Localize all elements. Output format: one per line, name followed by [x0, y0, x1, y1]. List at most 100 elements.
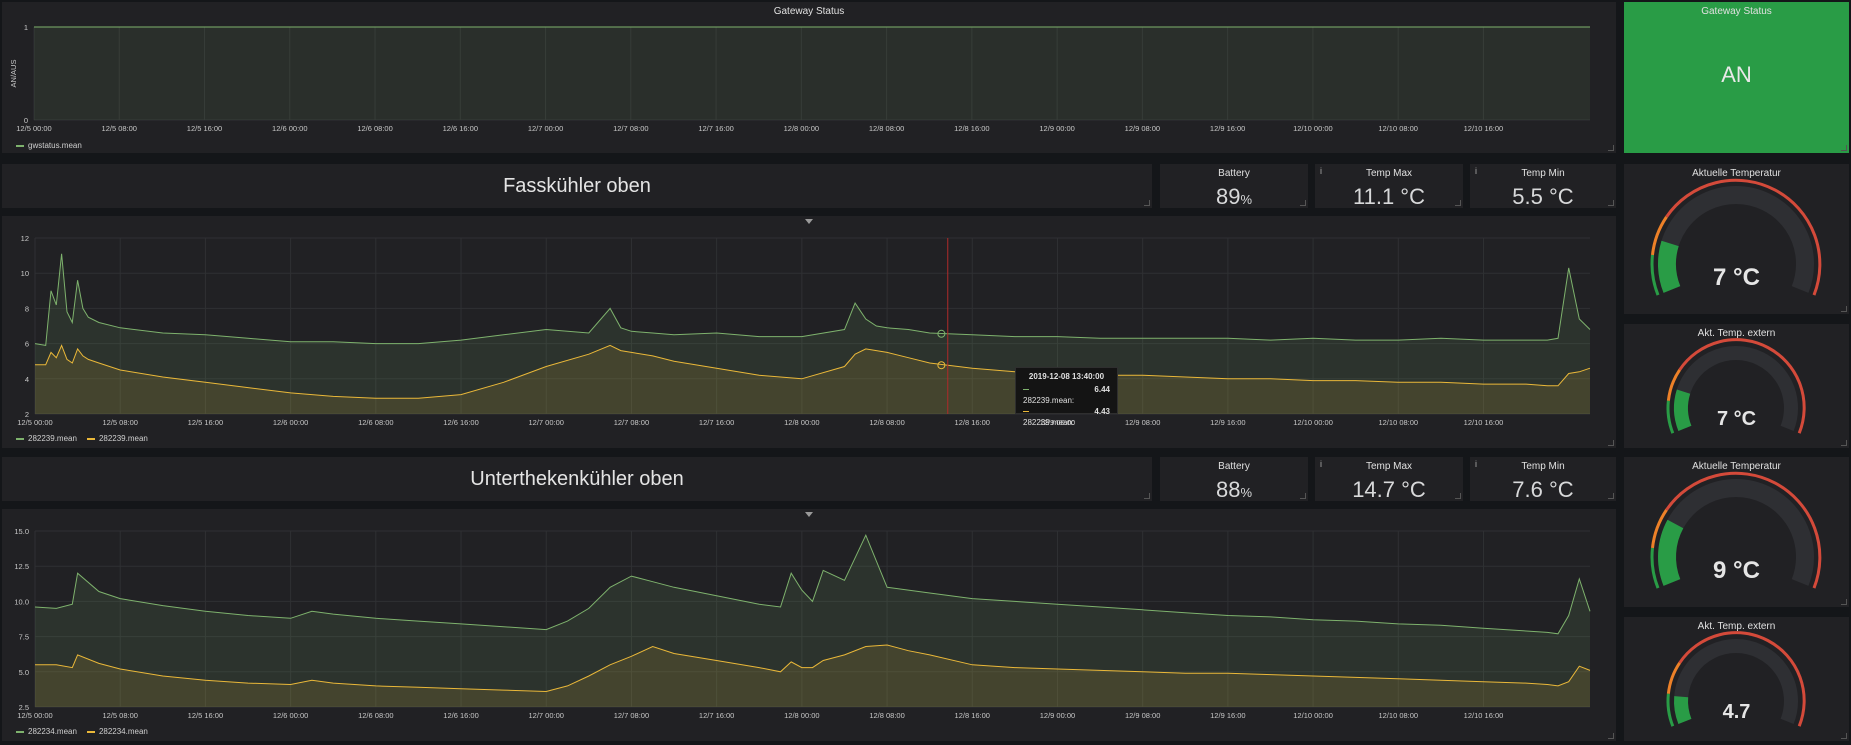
x-tick-label: 12/7 08:00 [614, 418, 649, 427]
x-tick-label: 12/6 00:00 [273, 711, 308, 720]
x-tick-label: 12/5 16:00 [188, 711, 223, 720]
x-tick-label: 12/7 16:00 [698, 124, 733, 133]
gateway-status-chart: 12/5 00:00 12/5 08:00 12/5 16:00 12/6 00:00… [9, 23, 1590, 133]
y-tick-label: 10 [21, 269, 29, 278]
legend: 282239.mean 282239.mean [16, 434, 148, 443]
section-title: Fasskühler oben [503, 174, 651, 197]
temp-min-stat-panel[interactable]: i Temp Min 7.6 °C [1470, 457, 1616, 502]
battery-number: 88 [1215, 477, 1241, 502]
battery-stat-panel[interactable]: Battery 89% [1160, 164, 1308, 210]
x-tick-label: 12/10 00:00 [1293, 124, 1333, 133]
x-tick-label: 12/7 00:00 [528, 124, 563, 133]
temp-max-stat-panel[interactable]: i Temp Max 11.1 °C [1315, 164, 1463, 209]
battery-unit: % [1240, 192, 1253, 207]
legend: 282234.mean 282234.mean [16, 727, 148, 736]
gauge-value: 4.7 [1722, 701, 1751, 723]
gauge-value: 9 °C [1713, 557, 1760, 584]
x-tick-label: 12/7 00:00 [529, 711, 564, 720]
x-tick-label: 12/10 16:00 [1464, 418, 1504, 427]
section-title: Unterthekenkühler oben [470, 467, 684, 490]
temp-min-value: 5.5 °C [1512, 184, 1574, 209]
section-title-panel: Fasskühler oben [2, 164, 1152, 208]
legend-item[interactable]: gwstatus.mean [16, 141, 82, 150]
y-tick-label: 0 [24, 116, 28, 125]
panel-title[interactable]: Gateway Status [1624, 6, 1849, 17]
gateway-status-stat-panel[interactable]: Gateway Status AN [1624, 2, 1849, 153]
section-title-panel: Unterthekenkühler oben [2, 457, 1152, 501]
panel-title[interactable]: Battery [1160, 461, 1308, 472]
battery-number: 89 [1215, 184, 1241, 209]
x-tick-label: 12/8 08:00 [869, 711, 904, 720]
temp-max-value: 14.7 °C [1352, 477, 1426, 502]
x-tick-label: 12/9 08:00 [1125, 418, 1160, 427]
battery-value: 89% [1160, 184, 1308, 210]
gauge-external-temp-panel[interactable]: Akt. Temp. extern 4.7 [1624, 617, 1849, 741]
battery-value: 88% [1160, 477, 1308, 503]
x-tick-label: 12/8 00:00 [784, 711, 819, 720]
x-tick-label: 12/9 16:00 [1210, 124, 1245, 133]
x-tick-label: 12/7 16:00 [699, 418, 734, 427]
y-tick-label: 2.5 [19, 703, 29, 712]
legend-item[interactable]: 282234.mean [86, 727, 148, 736]
x-tick-label: 12/10 08:00 [1378, 711, 1418, 720]
x-tick-label: 12/9 16:00 [1210, 418, 1245, 427]
x-tick-label: 12/5 00:00 [17, 418, 52, 427]
temp-max-stat-panel[interactable]: i Temp Max 14.7 °C [1315, 457, 1463, 502]
x-tick-label: 12/8 16:00 [954, 124, 989, 133]
graph-tooltip: 2019-12-08 13:40:00 282239.mean: 6.44 282… [1015, 367, 1118, 427]
tooltip-series-name: 282239.mean: [1023, 418, 1075, 427]
panel-title[interactable]: Temp Max [1315, 461, 1463, 472]
gateway-status-graph-panel[interactable]: Gateway Status 12/5 00:00 12/5 08:00 12/5 … [2, 2, 1616, 153]
series-area [34, 27, 1590, 120]
panel-title[interactable]: Temp Max [1315, 168, 1463, 179]
panel-title[interactable]: Temp Min [1470, 461, 1616, 472]
x-tick-label: 12/6 16:00 [443, 711, 478, 720]
legend-item[interactable]: 282234.mean [16, 727, 77, 736]
legend-item[interactable]: 282239.mean [86, 434, 148, 443]
x-tick-label: 12/6 16:00 [443, 124, 478, 133]
tooltip-row: 282239.mean: 4.43 [1023, 406, 1110, 428]
series-line [34, 253, 1591, 346]
y-tick-label: 12.5 [14, 562, 29, 571]
y-tick-label: 15.0 [14, 527, 29, 536]
x-tick-label: 12/5 08:00 [102, 711, 137, 720]
x-tick-label: 12/10 16:00 [1464, 124, 1504, 133]
unterthekenkuehler-graph-panel[interactable]: 12/5 00:00 12/5 08:00 12/5 16:00 12/6 00:00… [2, 509, 1616, 741]
legend-label: 282234.mean [28, 727, 77, 736]
x-tick-label: 12/5 16:00 [188, 418, 223, 427]
fasskuehler-graph-panel[interactable]: 12/5 00:00 12/5 08:00 12/5 16:00 12/6 00:00… [2, 216, 1616, 448]
panel-title[interactable]: Battery [1160, 168, 1308, 179]
fasskuehler-chart[interactable]: 12/5 00:00 12/5 08:00 12/5 16:00 12/6 00:00… [2, 216, 1616, 448]
battery-stat-panel[interactable]: Battery 88% [1160, 457, 1308, 503]
y-tick-label: 2 [25, 410, 29, 419]
tooltip-series-value: 4.43 [1094, 407, 1110, 416]
gauge-current-temp-panel[interactable]: Aktuelle Temperatur 9 °C [1624, 457, 1849, 607]
x-tick-label: 12/7 16:00 [699, 711, 734, 720]
x-tick-label: 12/6 08:00 [358, 418, 393, 427]
x-tick-label: 12/5 08:00 [102, 124, 137, 133]
x-tick-label: 12/5 08:00 [102, 418, 137, 427]
x-tick-label: 12/6 16:00 [443, 418, 478, 427]
tooltip-time: 2019-12-08 13:40:00 [1028, 372, 1105, 381]
temp-max-value: 11.1 °C [1353, 184, 1425, 209]
gauge-external-temp-panel[interactable]: Akt. Temp. extern 7 °C [1624, 324, 1849, 448]
x-tick-label: 12/10 08:00 [1378, 124, 1418, 133]
y-tick-label: 10.0 [14, 597, 29, 606]
x-tick-label: 12/9 00:00 [1040, 711, 1075, 720]
x-tick-label: 12/9 08:00 [1125, 711, 1160, 720]
unterthekenkuehler-chart[interactable]: 12/5 00:00 12/5 08:00 12/5 16:00 12/6 00:00… [2, 509, 1616, 741]
y-tick-label: 5.0 [19, 668, 29, 677]
temp-min-stat-panel[interactable]: i Temp Min 5.5 °C [1470, 164, 1616, 209]
x-tick-label: 12/10 00:00 [1293, 418, 1333, 427]
temp-min-value: 7.6 °C [1512, 477, 1574, 502]
legend-item[interactable]: 282239.mean [16, 434, 77, 443]
tooltip-series-name: 282239.mean: [1023, 396, 1075, 405]
legend: gwstatus.mean [16, 141, 82, 150]
legend-label: 282234.mean [98, 727, 148, 736]
gauge-value: 7 °C [1716, 408, 1757, 430]
gauge-current-temp-panel[interactable]: Aktuelle Temperatur 7 °C [1624, 164, 1849, 314]
panel-title[interactable]: Temp Min [1470, 168, 1616, 179]
x-tick-label: 12/7 08:00 [614, 711, 649, 720]
tooltip-series-value: 6.44 [1094, 385, 1110, 394]
gauge-value: 7 °C [1713, 264, 1760, 291]
